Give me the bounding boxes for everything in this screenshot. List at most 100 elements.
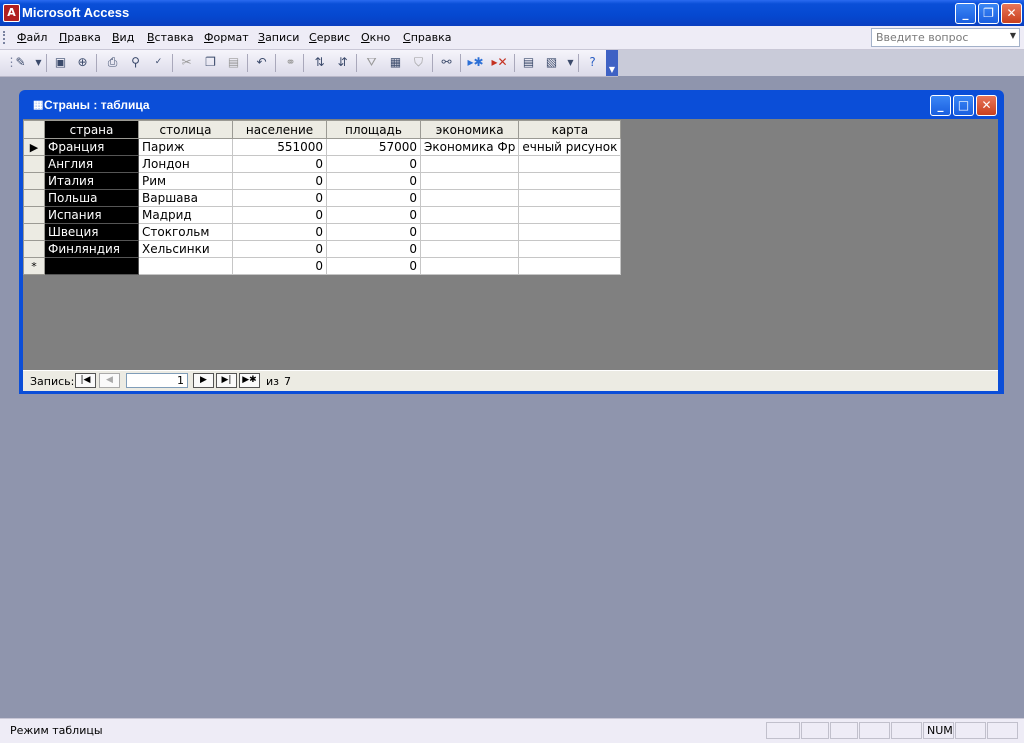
table-cell[interactable] [419, 223, 520, 241]
new-record-indicator[interactable]: * [23, 257, 45, 275]
view-dropdown-icon[interactable]: ▼ [30, 54, 47, 71]
filter-by-form-icon[interactable]: ▦ [387, 54, 404, 71]
menu-view[interactable]: Вид [112, 31, 134, 44]
search-file-icon[interactable]: ⊕ [74, 54, 91, 71]
next-record-button[interactable]: ▶ [193, 373, 214, 388]
chevron-down-icon[interactable]: ▼ [1010, 31, 1016, 40]
column-header-strana[interactable]: страна [44, 120, 139, 139]
table-cell[interactable]: Рим [138, 172, 233, 190]
row-selector[interactable] [23, 189, 45, 207]
table-cell[interactable]: Финляндия [44, 240, 139, 258]
table-cell[interactable]: 0 [232, 223, 327, 241]
menu-help[interactable]: Справка [403, 31, 451, 44]
ask-question-input[interactable]: Введите вопрос ▼ [871, 28, 1020, 47]
table-cell[interactable]: Испания [44, 206, 139, 224]
menu-insert[interactable]: Вставка [147, 31, 194, 44]
toolbar-options-icon[interactable]: ▼ [606, 50, 618, 76]
hyperlink-icon[interactable]: ⚭ [282, 54, 299, 71]
record-number-input[interactable]: 1 [126, 373, 188, 388]
table-cell[interactable] [518, 240, 622, 258]
table-cell[interactable] [44, 257, 139, 275]
first-record-button[interactable]: |◀ [75, 373, 96, 388]
spelling-icon[interactable]: ✓ [150, 54, 167, 71]
table-cell[interactable]: Швеция [44, 223, 139, 241]
table-cell[interactable] [419, 189, 520, 207]
print-icon[interactable]: ⎙ [104, 54, 121, 71]
new-object-icon[interactable]: ▧ [543, 54, 560, 71]
apply-filter-icon[interactable]: ⛉ [410, 54, 427, 71]
view-design-icon[interactable]: ✎ [12, 54, 29, 71]
table-cell[interactable] [518, 189, 622, 207]
table-cell[interactable]: 551000 [232, 138, 327, 156]
doc-close-button[interactable]: ✕ [976, 95, 997, 116]
row-selector[interactable] [23, 240, 45, 258]
database-window-icon[interactable]: ▤ [520, 54, 537, 71]
delete-record-icon[interactable]: ▸✕ [491, 54, 508, 71]
table-cell[interactable]: Париж [138, 138, 233, 156]
table-cell[interactable]: 57000 [326, 138, 421, 156]
table-cell[interactable]: Мадрид [138, 206, 233, 224]
column-header-naselenie[interactable]: население [232, 120, 327, 139]
table-cell[interactable] [518, 155, 622, 173]
new-record-button[interactable]: ▶✱ [239, 373, 260, 388]
table-cell[interactable]: Экономика Фр [419, 138, 520, 156]
doc-maximize-button[interactable]: □ [953, 95, 974, 116]
table-cell[interactable] [419, 206, 520, 224]
table-cell[interactable]: 0 [326, 223, 421, 241]
column-header-ekonomika[interactable]: экономика [419, 120, 520, 139]
table-cell[interactable]: ечный рисунок [518, 138, 622, 156]
table-cell[interactable]: Англия [44, 155, 139, 173]
column-header-stolitsa[interactable]: столица [138, 120, 233, 139]
table-cell[interactable] [138, 257, 233, 275]
new-object-dropdown-icon[interactable]: ▼ [562, 54, 579, 71]
table-cell[interactable]: Стокгольм [138, 223, 233, 241]
table-cell[interactable]: 0 [326, 155, 421, 173]
print-preview-icon[interactable]: ⚲ [127, 54, 144, 71]
doc-minimize-button[interactable]: _ [930, 95, 951, 116]
table-cell[interactable] [518, 257, 622, 275]
table-cell[interactable]: 0 [326, 257, 421, 275]
menu-records[interactable]: Записи [258, 31, 299, 44]
cut-icon[interactable]: ✂ [178, 54, 195, 71]
previous-record-button[interactable]: ◀ [99, 373, 120, 388]
table-cell[interactable]: Франция [44, 138, 139, 156]
row-selector[interactable] [23, 206, 45, 224]
minimize-button[interactable]: _ [955, 3, 976, 24]
save-icon[interactable]: ▣ [52, 54, 69, 71]
column-header-karta[interactable]: карта [518, 120, 622, 139]
menu-format[interactable]: Формат [204, 31, 249, 44]
current-record-indicator[interactable]: ▶ [23, 138, 45, 156]
undo-icon[interactable]: ↶ [253, 54, 270, 71]
find-icon[interactable]: ⚯ [438, 54, 455, 71]
sort-descending-icon[interactable]: ⇵ [334, 54, 351, 71]
table-cell[interactable]: 0 [232, 240, 327, 258]
restore-button[interactable]: ❐ [978, 3, 999, 24]
row-selector[interactable] [23, 172, 45, 190]
paste-icon[interactable]: ▤ [225, 54, 242, 71]
menu-grip[interactable] [3, 31, 8, 44]
table-cell[interactable]: Хельсинки [138, 240, 233, 258]
row-selector[interactable] [23, 155, 45, 173]
table-cell[interactable]: 0 [232, 206, 327, 224]
table-cell[interactable]: 0 [326, 172, 421, 190]
table-cell[interactable]: Италия [44, 172, 139, 190]
sort-ascending-icon[interactable]: ⇅ [311, 54, 328, 71]
menu-file[interactable]: Файл [17, 31, 47, 44]
menu-tools[interactable]: Сервис [309, 31, 350, 44]
menu-window[interactable]: Окно [361, 31, 390, 44]
table-cell[interactable] [518, 223, 622, 241]
table-cell[interactable] [419, 155, 520, 173]
table-cell[interactable] [518, 172, 622, 190]
table-cell[interactable] [419, 172, 520, 190]
table-cell[interactable]: Лондон [138, 155, 233, 173]
table-cell[interactable]: 0 [232, 172, 327, 190]
menu-edit[interactable]: Правка [59, 31, 101, 44]
table-cell[interactable]: 0 [326, 206, 421, 224]
new-record-icon[interactable]: ▸✱ [467, 54, 484, 71]
table-cell[interactable] [419, 257, 520, 275]
table-cell[interactable] [518, 206, 622, 224]
access-key-icon[interactable]: A [3, 4, 20, 22]
close-button[interactable]: ✕ [1001, 3, 1022, 24]
table-cell[interactable]: Варшава [138, 189, 233, 207]
column-header-ploshchad[interactable]: площадь [326, 120, 421, 139]
